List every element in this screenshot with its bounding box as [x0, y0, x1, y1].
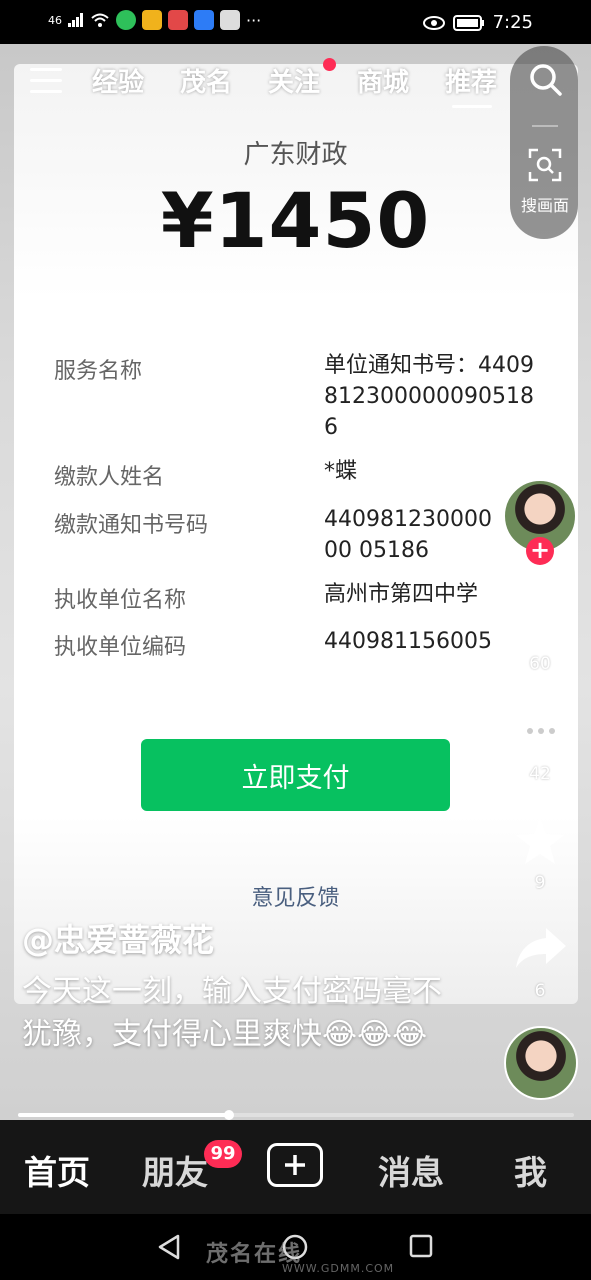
watermark-url: WWW.GDMM.COM [282, 1262, 395, 1275]
battery-icon [452, 14, 484, 31]
friends-badge: 99 [204, 1140, 242, 1168]
field-label-unit-name: 执收单位名称 [54, 588, 187, 613]
author-name[interactable]: @忠爱蔷薇花 [22, 915, 214, 961]
app-icon-green [116, 10, 136, 30]
menu-icon[interactable] [30, 68, 62, 94]
search-divider [532, 125, 558, 127]
status-icons: 46 ··· [48, 10, 261, 30]
video-progress-bar[interactable] [18, 1110, 574, 1120]
field-label-unit-code: 执收单位编码 [54, 635, 187, 660]
tab-mall[interactable]: 商城 [357, 62, 409, 99]
merchant-name: 广东财政 [243, 140, 348, 170]
comment-count: 42 [529, 764, 551, 784]
nav-friends[interactable]: 朋友 [142, 1146, 208, 1194]
app-icon-red [168, 10, 188, 30]
tab-following[interactable]: 关注 [268, 62, 320, 99]
like-icon[interactable] [513, 596, 569, 648]
field-value-service: 单位通知书号：4409812300000090518 6 [324, 353, 534, 440]
favorite-count: 9 [534, 873, 546, 893]
more-icon: ··· [246, 10, 262, 30]
field-value-unit-code: 440981156005 [324, 629, 492, 654]
music-disc-avatar[interactable] [504, 1026, 578, 1100]
pay-now-button[interactable]: 立即支付 [141, 739, 450, 811]
search-icon[interactable] [528, 62, 564, 98]
field-label-notice-no: 缴款通知书号码 [54, 513, 209, 538]
following-dot [323, 58, 336, 71]
star-icon[interactable] [514, 816, 566, 866]
signal-label: 46 [48, 13, 62, 27]
share-count: 6 [534, 981, 546, 1001]
payment-amount: ¥1450 [160, 176, 431, 265]
scan-screen-label[interactable]: 搜画面 [513, 192, 577, 216]
nav-messages[interactable]: 消息 [378, 1146, 444, 1194]
clock: 7:25 [492, 12, 533, 33]
plus-icon [285, 1155, 305, 1175]
status-bar: 46 ··· 7:25 [0, 0, 591, 44]
comment-icon[interactable] [513, 707, 569, 759]
field-value-unit-name: 高州市第四中学 [324, 582, 479, 607]
app-icon-yellow [142, 10, 162, 30]
tab-experience[interactable]: 经验 [92, 62, 144, 99]
nav-me[interactable]: 我 [514, 1146, 547, 1194]
eye-icon [422, 15, 445, 30]
share-icon[interactable] [514, 926, 568, 970]
signal-icon [68, 13, 83, 27]
shield-icon [194, 10, 214, 30]
video-progress-fill [18, 1113, 230, 1117]
status-right: 7:25 [422, 12, 533, 33]
like-count: 60 [529, 654, 551, 674]
app-icon-gray [220, 10, 240, 30]
active-tab-underline [452, 105, 492, 108]
tab-recommend[interactable]: 推荐 [445, 62, 497, 99]
back-icon[interactable] [156, 1233, 182, 1261]
field-label-payer: 缴款人姓名 [54, 465, 165, 490]
recents-icon[interactable] [408, 1233, 434, 1259]
scan-screen-icon[interactable] [527, 147, 563, 183]
create-post-button[interactable] [267, 1143, 323, 1187]
follow-button[interactable]: + [526, 537, 554, 565]
nav-home[interactable]: 首页 [24, 1146, 90, 1194]
field-value-notice-no: 44098123000000 05186 [324, 507, 492, 563]
wifi-icon [91, 13, 109, 27]
post-caption: 今天这一刻，输入支付密码毫不犹豫，支付得心里爽快😂😂😂 [22, 974, 442, 1052]
tab-maoming[interactable]: 茂名 [180, 62, 232, 99]
field-value-payer: *蝶 [324, 459, 358, 484]
field-label-service: 服务名称 [54, 359, 143, 384]
